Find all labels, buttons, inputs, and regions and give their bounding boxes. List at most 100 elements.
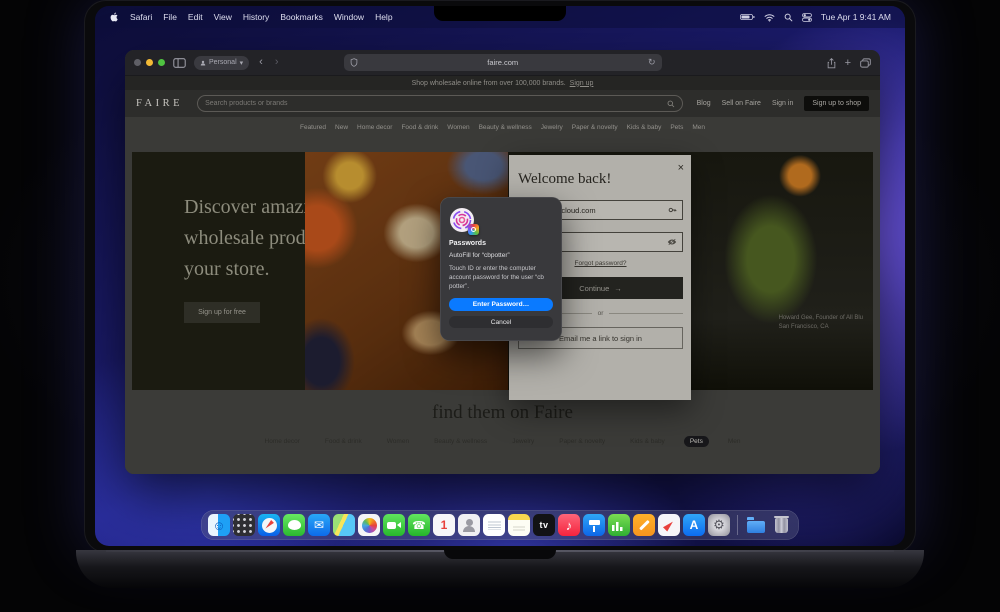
category-pill-label: Women	[387, 438, 409, 445]
category-pill-label: Food & drink	[325, 438, 362, 445]
category-pill[interactable]: Home decor	[259, 436, 306, 447]
dock-app-icon[interactable]	[633, 514, 655, 536]
dock-app-icon[interactable]	[208, 514, 230, 536]
category-pill[interactable]: Paper & novelty	[553, 436, 611, 447]
reload-icon[interactable]: ↻	[648, 57, 656, 68]
menu-item[interactable]: Help	[375, 12, 392, 22]
menu-item[interactable]: Edit	[188, 12, 203, 22]
category-pill[interactable]: Men	[722, 436, 747, 447]
menu-bar-clock[interactable]: Tue Apr 1 9:41 AM	[821, 12, 891, 22]
dock-app-icon[interactable]	[708, 514, 730, 536]
category-link[interactable]: Beauty & wellness	[479, 124, 532, 131]
enter-password-button[interactable]: Enter Password…	[449, 298, 553, 311]
menu-item[interactable]: Safari	[130, 12, 152, 22]
search-input[interactable]	[205, 100, 667, 107]
category-pill[interactable]: Pets	[684, 436, 709, 447]
sidebar-icon[interactable]	[173, 58, 186, 68]
dock-tray-icon[interactable]	[745, 514, 767, 536]
or-label: or	[598, 310, 604, 317]
category-link[interactable]: New	[335, 124, 348, 131]
category-pill[interactable]: Food & drink	[319, 436, 368, 447]
menu-item[interactable]: View	[214, 12, 232, 22]
zoom-window-button[interactable]	[158, 59, 165, 66]
dock-app-icon[interactable]	[658, 514, 680, 536]
category-link[interactable]: Men	[692, 124, 705, 131]
battery-icon[interactable]	[740, 13, 755, 21]
forward-button[interactable]: ›	[273, 57, 281, 68]
macbook-scene: Safari File Edit View History Bookmarks Window…	[0, 0, 1000, 612]
lower-section: find them on Faire Home decor Food & dri…	[125, 390, 880, 474]
menu-item[interactable]: History	[243, 12, 269, 22]
passwords-app-badge-icon	[468, 224, 479, 235]
header-link[interactable]: Blog	[697, 100, 711, 107]
category-link[interactable]: Home decor	[357, 124, 392, 131]
lower-headline: find them on Faire	[125, 402, 880, 424]
show-password-eye-icon[interactable]	[667, 238, 677, 246]
category-pill-label: Men	[728, 438, 741, 445]
cancel-button[interactable]: Cancel	[449, 316, 553, 328]
dock-app-icon[interactable]	[383, 514, 405, 536]
share-icon[interactable]	[827, 58, 836, 69]
promo-signup-link[interactable]: Sign up	[570, 80, 594, 87]
menu-item[interactable]: File	[163, 12, 177, 22]
back-button[interactable]: ‹	[257, 57, 265, 68]
category-link[interactable]: Pets	[670, 124, 683, 131]
dock-tray	[745, 514, 792, 536]
testimonial-location: San Francisco, CA	[779, 323, 863, 332]
search-icon[interactable]	[784, 13, 793, 22]
category-pill[interactable]: Women	[381, 436, 415, 447]
header-link[interactable]: Sign in	[772, 100, 793, 107]
hero-headline-line: Discover amazing	[184, 192, 305, 223]
category-link[interactable]: Food & drink	[401, 124, 438, 131]
category-pill-label: Kids & baby	[630, 438, 665, 445]
promo-text: Shop wholesale online from over 100,000 …	[412, 80, 566, 87]
dock-app-icon[interactable]	[533, 514, 555, 536]
dock-app-icon[interactable]	[308, 514, 330, 536]
dock-app-icon[interactable]	[458, 514, 480, 536]
search-bar[interactable]	[197, 95, 683, 112]
privacy-shield-icon[interactable]	[350, 58, 358, 67]
dock-app-icon[interactable]	[608, 514, 630, 536]
wifi-icon[interactable]	[764, 13, 775, 22]
dock-app-icon[interactable]	[358, 514, 380, 536]
dock-app-icon[interactable]	[558, 514, 580, 536]
control-center-icon[interactable]	[802, 13, 812, 22]
close-icon[interactable]: ×	[678, 163, 684, 174]
address-bar[interactable]: faire.com ↻	[344, 54, 662, 71]
header-link[interactable]: Sell on Faire	[722, 100, 761, 107]
dock-app-icon[interactable]	[233, 514, 255, 536]
signup-free-button[interactable]: Sign up for free	[184, 302, 260, 323]
menu-item[interactable]: Bookmarks	[280, 12, 323, 22]
category-link[interactable]: Paper & novelty	[572, 124, 618, 131]
close-window-button[interactable]	[134, 59, 141, 66]
minimize-window-button[interactable]	[146, 59, 153, 66]
magnifier-icon	[667, 100, 675, 108]
safari-profile-pill[interactable]: Personal ▾	[194, 56, 249, 70]
category-link[interactable]: Women	[447, 124, 469, 131]
category-pill[interactable]: Jewelry	[506, 436, 540, 447]
tab-overview-icon[interactable]	[860, 58, 871, 68]
dock-app-icon[interactable]	[433, 514, 455, 536]
dock-app-icon[interactable]	[408, 514, 430, 536]
dock-app-icon[interactable]	[283, 514, 305, 536]
category-pill[interactable]: Beauty & wellness	[428, 436, 493, 447]
menu-item[interactable]: Window	[334, 12, 364, 22]
app-menus: Safari File Edit View History Bookmarks Window…	[130, 12, 393, 22]
category-link[interactable]: Jewelry	[541, 124, 563, 131]
dock-app-icon[interactable]	[583, 514, 605, 536]
category-pill[interactable]: Kids & baby	[624, 436, 671, 447]
category-link[interactable]: Featured	[300, 124, 326, 131]
new-tab-icon[interactable]: +	[845, 58, 851, 69]
faire-logo[interactable]: FAIRE	[136, 98, 183, 109]
passkey-icon[interactable]	[668, 206, 677, 215]
apple-logo-icon[interactable]	[109, 11, 119, 23]
category-link[interactable]: Kids & baby	[627, 124, 662, 131]
dock-tray-icon[interactable]	[770, 514, 792, 536]
dock-app-icon[interactable]	[508, 514, 530, 536]
dock-app-icon[interactable]	[483, 514, 505, 536]
signup-to-shop-button[interactable]: Sign up to shop	[804, 96, 869, 111]
dock-app-icon[interactable]	[333, 514, 355, 536]
dialog-app-name: Passwords	[449, 240, 553, 247]
dock-app-icon[interactable]	[683, 514, 705, 536]
dock-app-icon[interactable]	[258, 514, 280, 536]
